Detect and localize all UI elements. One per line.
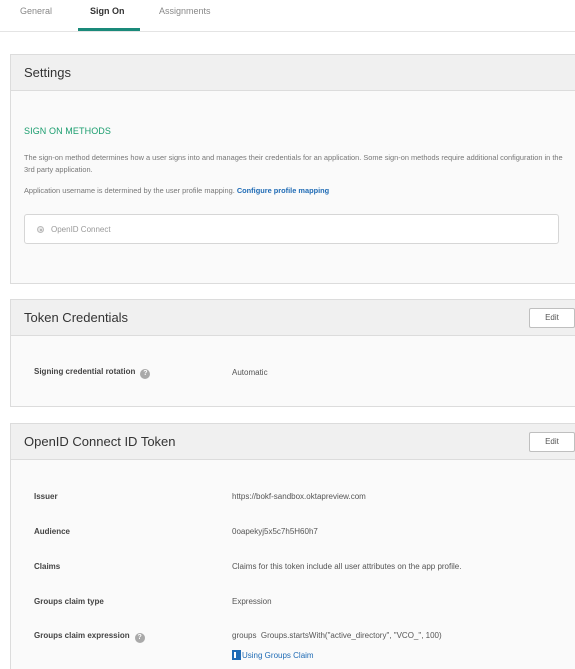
oidc-token-title: OpenID Connect ID Token (24, 434, 176, 449)
document-icon (232, 650, 241, 660)
settings-title: Settings (24, 65, 71, 80)
token-credentials-title: Token Credentials (24, 310, 129, 325)
settings-header: Settings (11, 55, 575, 91)
token-credentials-card: Token Credentials Edit Signing credentia… (10, 299, 575, 407)
claims-value: Claims for this token include all user a… (232, 562, 462, 571)
tab-sign-on[interactable]: Sign On (90, 6, 125, 16)
signing-credential-rotation-text: Signing credential rotation (34, 367, 136, 376)
sign-on-methods-heading: SIGN ON METHODS (24, 126, 112, 136)
signing-credential-rotation-value: Automatic (232, 368, 268, 377)
help-icon[interactable]: ? (134, 633, 145, 643)
tab-bar: General Sign On Assignments (0, 0, 575, 32)
radio-button[interactable] (37, 226, 44, 233)
oidc-token-card: OpenID Connect ID Token Edit Issuer http… (10, 423, 575, 669)
help-icon[interactable]: ? (140, 369, 151, 379)
using-groups-claim-link[interactable]: Using Groups Claim (232, 650, 314, 660)
signing-credential-rotation-label: Signing credential rotation? (34, 367, 151, 379)
username-mapping-label: Application username is determined by th… (24, 186, 235, 195)
token-credentials-header: Token Credentials Edit (11, 300, 575, 336)
openid-connect-label: OpenID Connect (51, 225, 111, 234)
using-groups-claim-text: Using Groups Claim (242, 651, 314, 660)
username-mapping-text: Application username is determined by th… (24, 185, 564, 197)
settings-card: Settings SIGN ON METHODS The sign-on met… (10, 54, 575, 284)
sign-on-description: The sign-on method determines how a user… (24, 153, 563, 174)
tab-general[interactable]: General (20, 6, 52, 16)
audience-value: 0oapekyj5x5c7h5H60h7 (232, 527, 318, 536)
groups-claim-expression-text: Groups claim expression (34, 631, 130, 640)
configure-profile-mapping-link[interactable]: Configure profile mapping (237, 186, 329, 195)
groups-claim-type-value: Expression (232, 597, 272, 606)
active-tab-indicator (78, 28, 140, 31)
claims-label: Claims (34, 562, 61, 571)
groups-claim-expression-label: Groups claim expression? (34, 631, 145, 643)
oidc-token-header: OpenID Connect ID Token Edit (11, 424, 575, 460)
groups-claim-expression-value: groups Groups.startsWith("active_directo… (232, 631, 442, 640)
groups-claim-type-label: Groups claim type (34, 597, 104, 606)
audience-label: Audience (34, 527, 71, 536)
token-credentials-edit-button[interactable]: Edit (529, 308, 575, 328)
oidc-token-edit-button[interactable]: Edit (529, 432, 575, 452)
tab-assignments[interactable]: Assignments (159, 6, 211, 16)
issuer-label: Issuer (34, 492, 58, 501)
openid-connect-option[interactable]: OpenID Connect (24, 214, 559, 244)
issuer-value: https://bokf-sandbox.oktapreview.com (232, 492, 366, 501)
